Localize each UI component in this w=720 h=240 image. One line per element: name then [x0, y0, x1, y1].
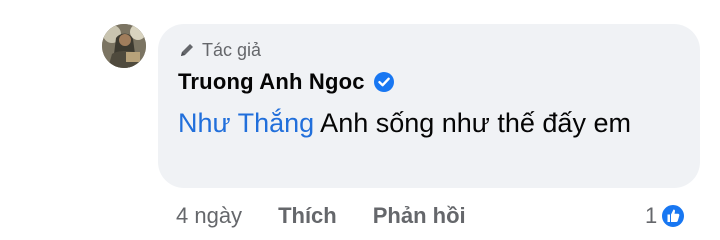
verified-icon [373, 71, 395, 93]
like-button[interactable]: Thích [278, 203, 337, 229]
comment-timestamp[interactable]: 4 ngày [176, 203, 242, 229]
reaction-count: 1 [645, 203, 658, 228]
author-name-row: Truong Anh Ngoc [178, 66, 395, 98]
like-reaction-icon [659, 202, 687, 230]
author-name[interactable]: Truong Anh Ngoc [178, 69, 365, 95]
comment-body: Anh sống như thế đấy em [314, 108, 631, 138]
comment-actions: 4 ngày Thích Phản hồi [176, 198, 466, 234]
reply-button[interactable]: Phản hồi [373, 203, 466, 229]
comment-bubble: Tác giả Truong Anh Ngoc Như Thắng Anh số… [158, 24, 700, 188]
comment-text: Như Thắng Anh sống như thế đấy em [178, 102, 678, 144]
avatar-image [102, 24, 146, 68]
mention-link[interactable]: Như Thắng [178, 108, 314, 138]
author-badge: Tác giả [178, 38, 261, 62]
avatar[interactable] [102, 24, 146, 68]
pencil-icon [178, 41, 196, 59]
comment: Tác giả Truong Anh Ngoc Như Thắng Anh số… [0, 0, 720, 240]
reactions-summary[interactable]: 1 [645, 198, 687, 234]
author-badge-label: Tác giả [202, 39, 262, 60]
